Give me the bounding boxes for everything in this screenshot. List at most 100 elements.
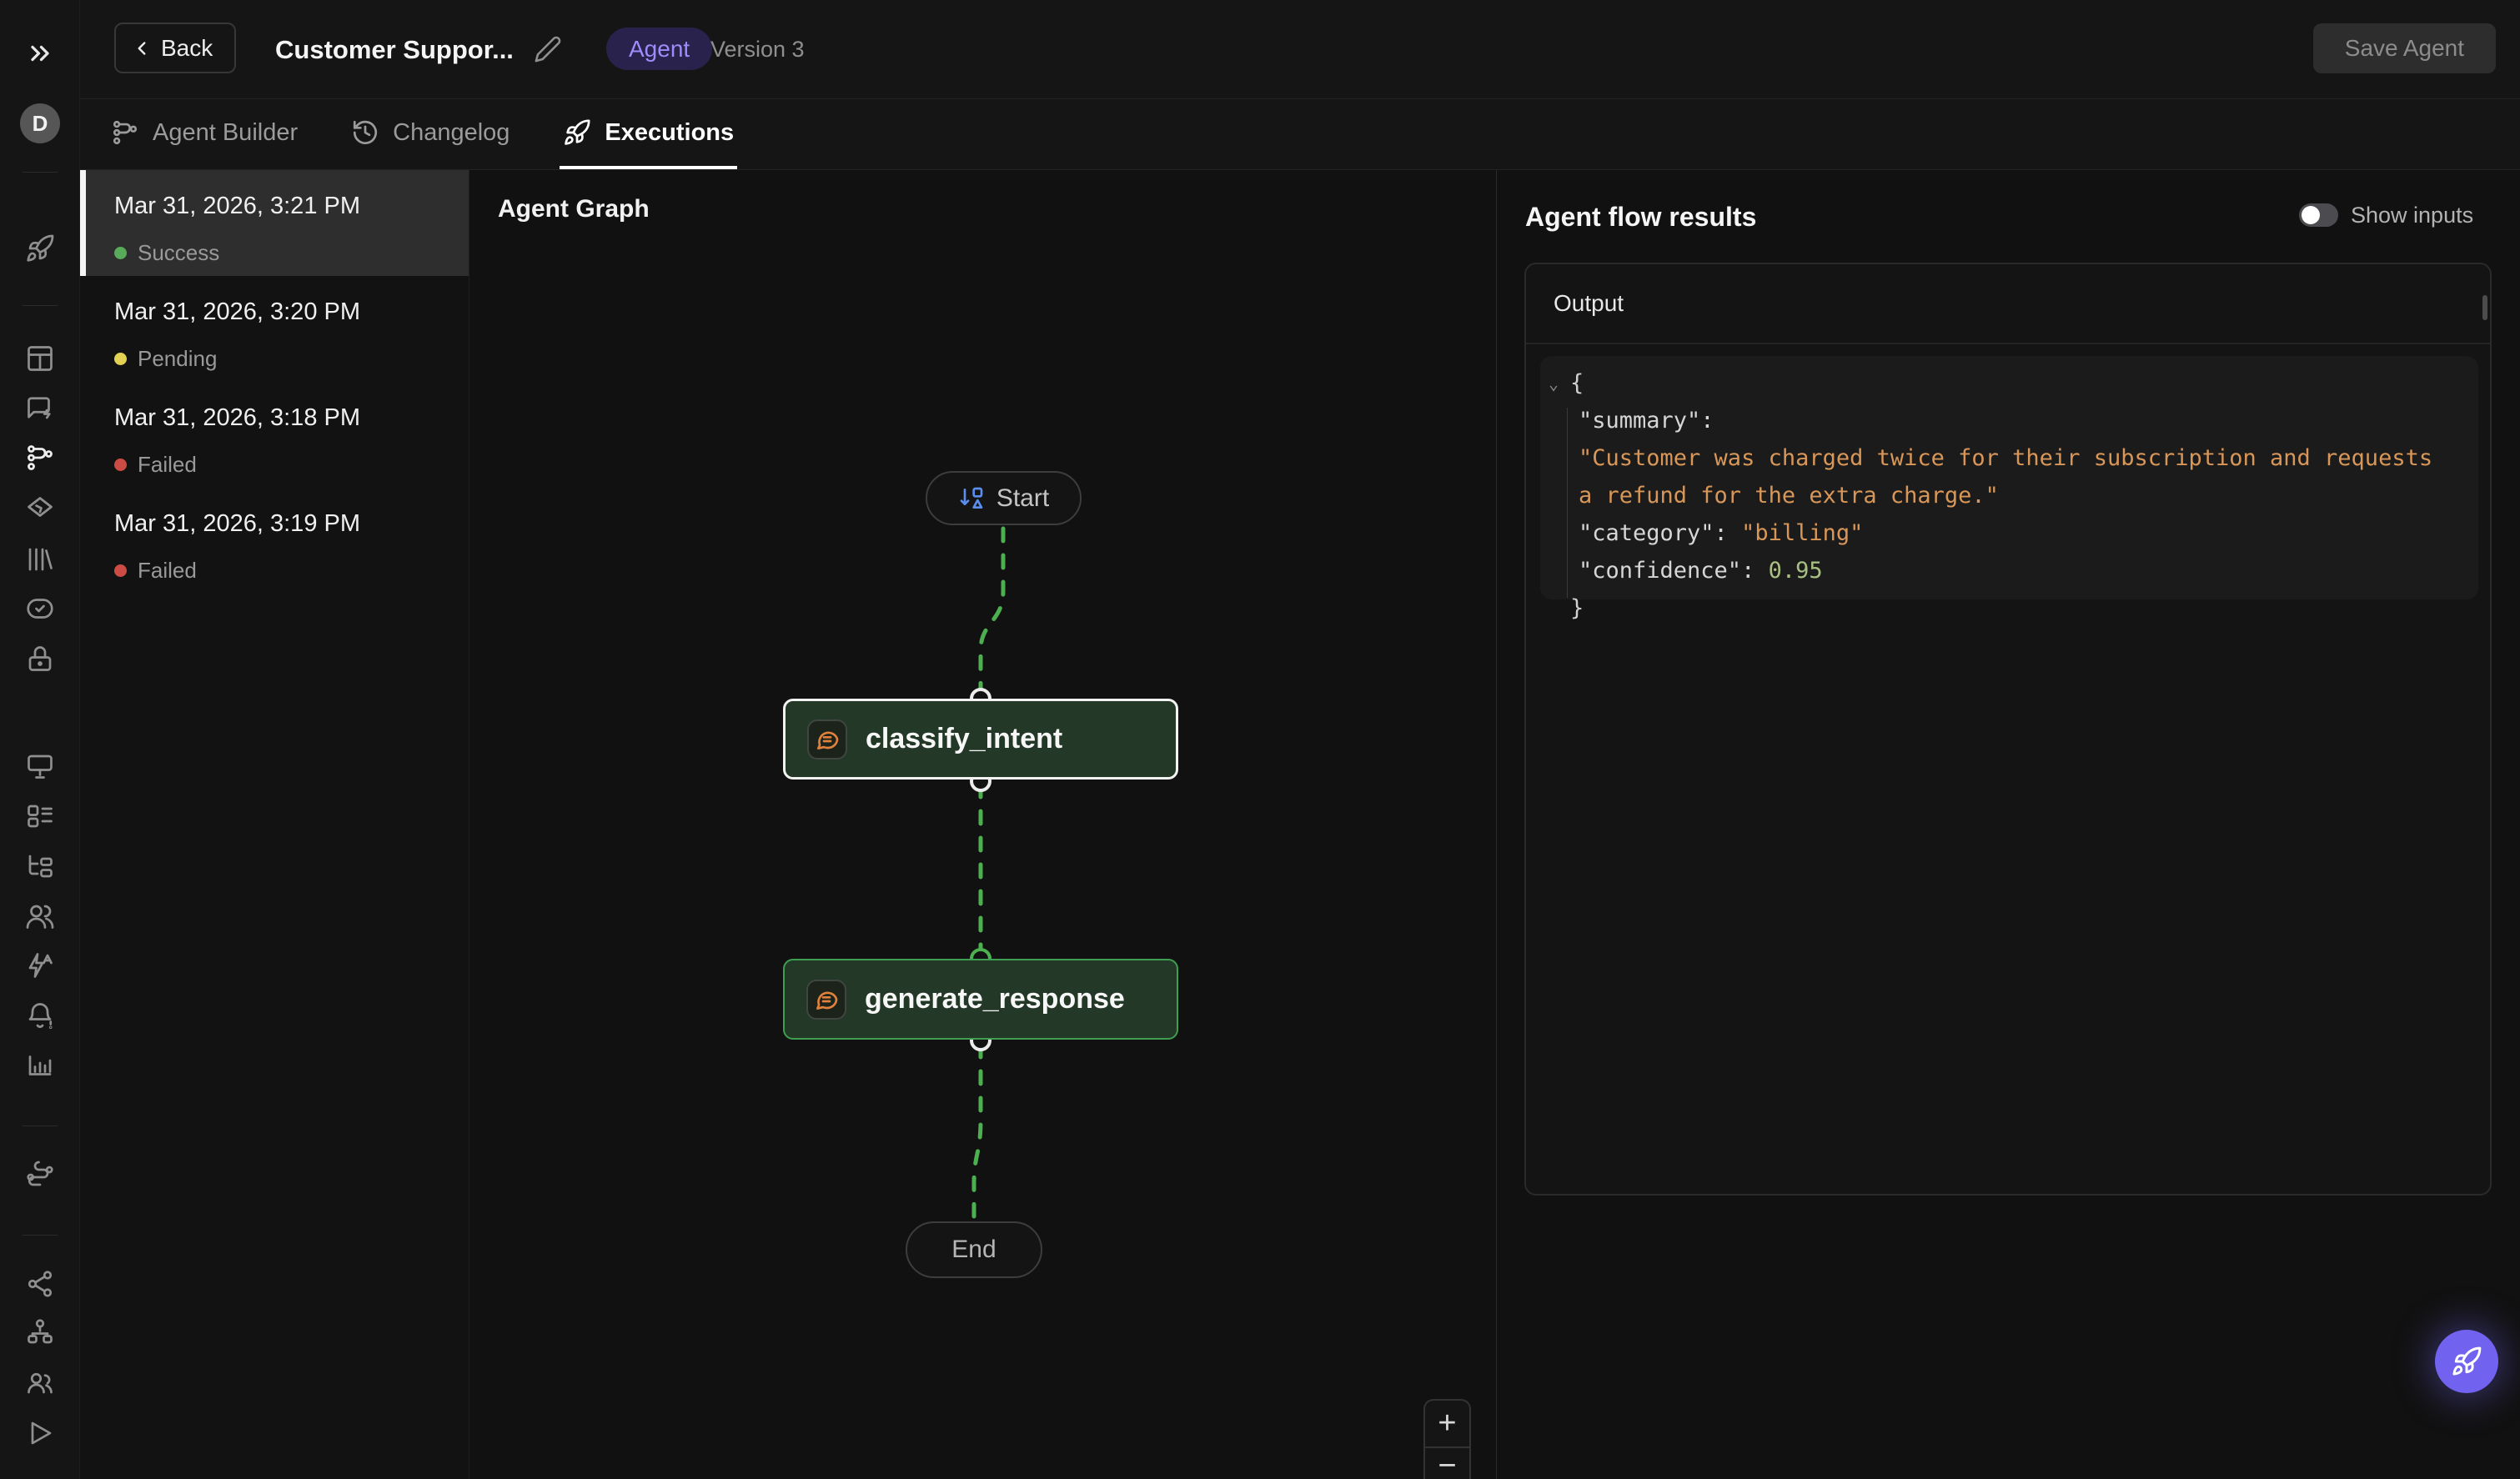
divider	[23, 172, 58, 173]
bar-chart-icon[interactable]	[25, 1050, 55, 1080]
output-header: Output	[1526, 264, 2490, 344]
agent-graph-canvas[interactable]: Agent Graph Start classify_intent genera…	[469, 170, 1497, 1479]
json-key-category: "category":	[1579, 520, 1741, 546]
json-value-confidence: 0.95	[1769, 558, 1823, 584]
json-value-summary-1: "Customer was charged twice for their su…	[1579, 445, 2432, 471]
auto-eval-icon[interactable]	[25, 950, 55, 980]
avatar[interactable]: D	[20, 103, 60, 143]
tree-icon[interactable]	[25, 851, 55, 881]
back-label: Back	[161, 35, 213, 62]
start-node[interactable]: Start	[926, 471, 1082, 525]
node-generate-response[interactable]: generate_response	[783, 959, 1178, 1040]
tab-label: Agent Builder	[153, 119, 298, 147]
tab-label: Changelog	[393, 119, 510, 147]
agent-type-badge: Agent	[606, 28, 712, 70]
lock-icon[interactable]	[25, 644, 55, 674]
rocket-icon[interactable]	[25, 233, 55, 263]
graph-edges	[469, 170, 1497, 1479]
edge-generate-end	[974, 1045, 981, 1216]
divider	[23, 305, 58, 306]
results-title: Agent flow results	[1525, 202, 1756, 233]
json-value-category: "billing"	[1741, 520, 1863, 546]
show-inputs-toggle[interactable]	[2299, 203, 2338, 227]
back-button[interactable]: Back	[114, 23, 236, 73]
json-key-summary: "summary":	[1579, 408, 1714, 434]
divider	[23, 1235, 58, 1236]
share-network-icon[interactable]	[25, 1269, 55, 1299]
status-dot-success	[114, 247, 127, 259]
json-value-summary-2: a refund for the extra charge."	[1579, 483, 1999, 509]
start-label: Start	[996, 484, 1049, 513]
status-label: Pending	[138, 346, 217, 372]
json-close-brace: }	[1570, 595, 1584, 621]
execution-timestamp: Mar 31, 2026, 3:18 PM	[114, 404, 469, 432]
execution-row[interactable]: Mar 31, 2026, 3:19 PM Failed	[80, 488, 469, 594]
version-label: Version 3	[710, 0, 805, 99]
flow-start-icon	[958, 485, 985, 512]
top-bar: Back Customer Suppor... Agent Version 3 …	[80, 0, 2520, 99]
edit-title-icon[interactable]	[534, 35, 562, 63]
execution-row[interactable]: Mar 31, 2026, 3:20 PM Pending	[80, 276, 469, 382]
tag-icon[interactable]	[25, 494, 55, 524]
tab-bar: Agent Builder Changelog Executions	[80, 99, 2520, 170]
badge-check-icon[interactable]	[25, 594, 55, 624]
json-output-viewer[interactable]: ⌄{ "summary": "Customer was charged twic…	[1540, 356, 2478, 599]
org-chart-icon[interactable]	[25, 1317, 55, 1347]
end-node[interactable]: End	[906, 1221, 1042, 1278]
users-icon[interactable]	[25, 901, 55, 931]
status-dot-failed	[114, 564, 127, 577]
workflow-icon	[111, 118, 139, 147]
status-dot-failed	[114, 459, 127, 471]
chat-bubble-icon	[806, 980, 846, 1020]
route-icon[interactable]	[25, 1160, 55, 1190]
status-label: Failed	[138, 558, 197, 584]
tab-agent-builder[interactable]: Agent Builder	[108, 99, 301, 169]
execution-timestamp: Mar 31, 2026, 3:19 PM	[114, 509, 469, 538]
icon-sidebar: D	[0, 0, 80, 1479]
play-icon[interactable]	[25, 1418, 55, 1448]
tab-changelog[interactable]: Changelog	[348, 99, 513, 169]
page-title: Customer Suppor...	[275, 0, 514, 99]
node-label: generate_response	[865, 983, 1125, 1015]
layout-list-icon[interactable]	[25, 801, 55, 831]
output-card: Output ⌄{ "summary": "Customer was charg…	[1524, 263, 2492, 1196]
results-panel: Agent flow results Show inputs Output ⌄{…	[1498, 170, 2520, 1479]
tab-label: Executions	[605, 119, 734, 147]
presentation-icon[interactable]	[25, 751, 55, 781]
table-icon[interactable]	[25, 343, 55, 374]
end-label: End	[951, 1236, 996, 1264]
library-icon[interactable]	[25, 544, 55, 574]
rocket-icon	[563, 118, 591, 147]
json-key-confidence: "confidence":	[1579, 558, 1769, 584]
status-label: Success	[138, 240, 219, 266]
status-dot-pending	[114, 353, 127, 365]
toggle-knob	[2302, 206, 2320, 224]
zoom-out-button[interactable]: −	[1425, 1446, 1469, 1479]
bell-alert-icon[interactable]	[25, 1000, 55, 1030]
collapse-caret-icon[interactable]: ⌄	[1549, 365, 1570, 403]
execution-timestamp: Mar 31, 2026, 3:21 PM	[114, 192, 469, 220]
execution-row[interactable]: Mar 31, 2026, 3:18 PM Failed	[80, 382, 469, 488]
zoom-controls: + −	[1423, 1399, 1471, 1479]
rocket-icon	[2451, 1346, 2482, 1377]
execution-timestamp: Mar 31, 2026, 3:20 PM	[114, 298, 469, 326]
tab-executions[interactable]: Executions	[560, 99, 737, 169]
chat-zap-icon[interactable]	[25, 393, 55, 423]
workflow-icon-active[interactable]	[25, 443, 55, 473]
zoom-in-button[interactable]: +	[1425, 1401, 1469, 1446]
show-inputs-label: Show inputs	[2351, 203, 2473, 227]
chevron-left-icon	[131, 38, 153, 59]
expand-sidebar-icon[interactable]	[25, 38, 55, 68]
people-icon[interactable]	[25, 1367, 55, 1397]
status-label: Failed	[138, 452, 197, 478]
json-open-brace: {	[1570, 370, 1584, 396]
execution-row[interactable]: Mar 31, 2026, 3:21 PM Success	[80, 170, 469, 276]
history-icon	[351, 118, 379, 147]
scrollbar-thumb[interactable]	[2482, 295, 2487, 320]
node-label: classify_intent	[866, 723, 1062, 755]
assistant-fab[interactable]	[2435, 1330, 2498, 1393]
chat-bubble-icon	[807, 719, 847, 760]
save-agent-button[interactable]: Save Agent	[2313, 23, 2496, 73]
node-classify-intent[interactable]: classify_intent	[783, 699, 1178, 780]
edge-start-classify	[981, 529, 1003, 694]
